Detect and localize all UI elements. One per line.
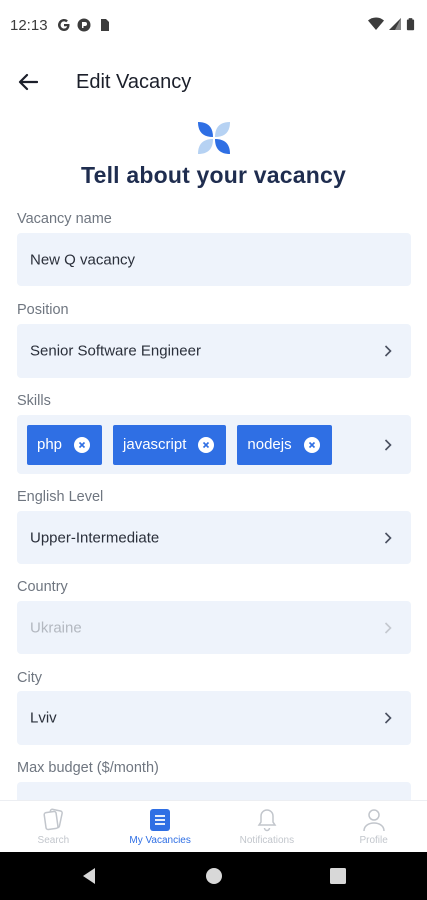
english-level-value: Upper-Intermediate: [30, 529, 160, 546]
page-title: Edit Vacancy: [76, 71, 192, 93]
country-label: Country: [17, 579, 68, 595]
nav-label: Search: [37, 835, 70, 846]
cards-icon: [43, 808, 64, 831]
english-level-label: English Level: [17, 489, 104, 505]
city-value: Lviv: [30, 709, 57, 727]
wifi-icon: [368, 17, 384, 30]
max-budget-input[interactable]: [17, 782, 411, 800]
chevron-right-icon: [384, 438, 392, 451]
arrow-left-icon: [18, 73, 38, 91]
vacancy-name-value: New Q vacancy: [30, 251, 136, 268]
skill-chip-label: nodejs: [247, 436, 292, 453]
document-icon: [150, 809, 171, 831]
country-select: Ukraine: [17, 601, 411, 654]
chevron-right-icon: [384, 345, 392, 357]
position-select[interactable]: Senior Software Engineer: [17, 324, 411, 378]
status-notification-icons: [57, 18, 111, 32]
app-header: Edit Vacancy: [0, 52, 427, 110]
system-back-icon[interactable]: [79, 866, 99, 886]
skill-chip[interactable]: php: [27, 424, 103, 465]
nav-item-search[interactable]: Search: [0, 801, 107, 852]
skill-chip[interactable]: javascript: [113, 424, 227, 465]
skill-chip-label: php: [37, 436, 63, 453]
chevron-right-icon: [384, 531, 392, 544]
skills-chip-list: php javascript nodejs: [27, 424, 332, 465]
app-logo-icon: [198, 122, 230, 154]
nav-label: Profile: [359, 835, 388, 846]
battery-icon: [406, 18, 415, 31]
position-value: Senior Software Engineer: [30, 342, 201, 360]
nav-label: Notifications: [239, 835, 295, 846]
form-headline: Tell about your vacancy: [81, 162, 346, 188]
city-select[interactable]: Lviv: [17, 691, 411, 745]
person-icon: [362, 809, 385, 832]
signal-icon: [389, 18, 401, 30]
system-recents-icon[interactable]: [328, 866, 348, 886]
bell-icon: [257, 809, 277, 832]
english-level-select[interactable]: Upper-Intermediate: [17, 511, 411, 564]
chip-remove-icon[interactable]: [198, 436, 215, 453]
vacancy-name-label: Vacancy name: [17, 211, 112, 227]
status-time: 12:13: [10, 17, 48, 34]
skill-chip-label: javascript: [123, 436, 187, 453]
city-label: City: [17, 670, 42, 686]
vacancy-form: Tell about your vacancy Vacancy name New…: [0, 110, 427, 800]
chip-remove-icon[interactable]: [74, 436, 91, 453]
status-bar: 12:13: [0, 0, 427, 52]
nav-item-notifications[interactable]: Notifications: [214, 801, 321, 852]
position-label: Position: [17, 302, 69, 318]
system-nav-bar: [0, 852, 427, 900]
max-budget-label: Max budget ($/month): [17, 760, 159, 776]
chevron-right-icon: [384, 712, 392, 724]
nav-item-my-vacancies[interactable]: My Vacancies: [107, 801, 214, 852]
skills-label: Skills: [17, 393, 51, 409]
country-value: Ukraine: [30, 619, 82, 636]
bottom-nav: Search My Vacancies Notifications Profil…: [0, 800, 427, 852]
google-icon: [58, 19, 70, 31]
skill-chip[interactable]: nodejs: [237, 424, 332, 465]
back-button[interactable]: [12, 66, 44, 98]
vacancy-name-input[interactable]: New Q vacancy: [17, 233, 411, 286]
status-system-icons: [368, 17, 415, 31]
app-notification-icon: [77, 18, 91, 32]
skills-select[interactable]: php javascript nodejs: [17, 415, 411, 474]
nav-label: My Vacancies: [129, 835, 191, 846]
nav-item-profile[interactable]: Profile: [320, 801, 427, 852]
chip-remove-icon[interactable]: [303, 436, 320, 453]
chevron-right-icon: [384, 621, 392, 634]
sim-card-icon: [101, 19, 109, 31]
system-home-icon[interactable]: [204, 866, 224, 886]
